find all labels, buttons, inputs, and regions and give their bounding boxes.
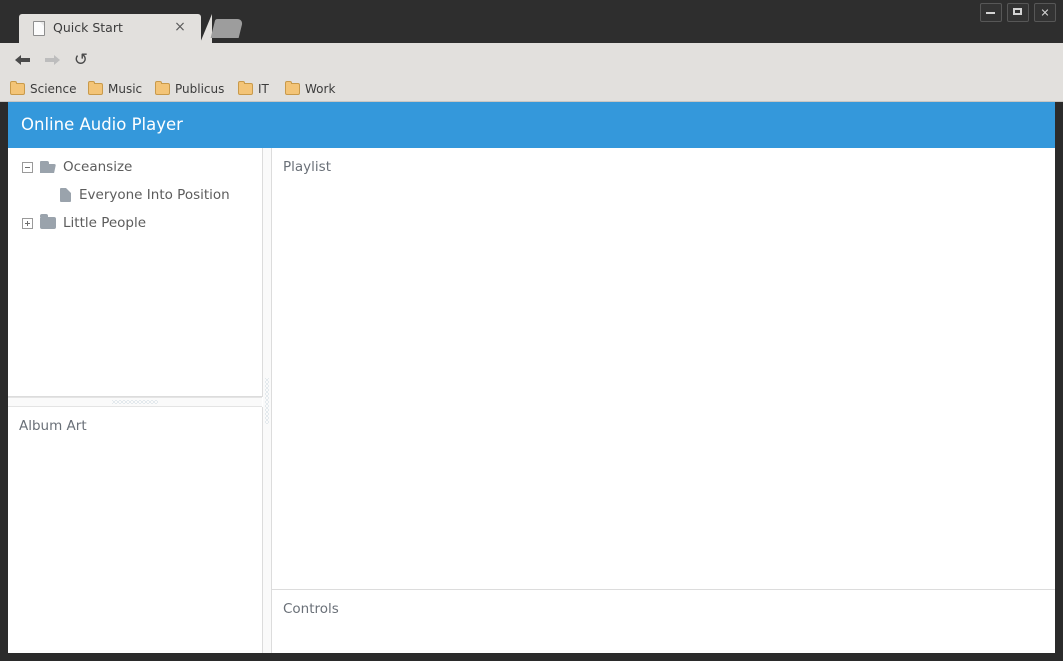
close-window-button[interactable]: ✕	[1034, 3, 1056, 22]
browser-tab[interactable]: Quick Start ×	[19, 14, 212, 43]
app-header: Online Audio Player	[8, 102, 1055, 148]
folder-closed-icon	[40, 214, 56, 229]
tree-item-everyone-into-position[interactable]: Everyone Into Position	[8, 181, 262, 209]
controls-panel: Controls	[271, 590, 1055, 653]
bookmark-it[interactable]: IT	[238, 80, 269, 98]
bookmarks-bar: Science Music Publicus IT Work	[0, 76, 1063, 102]
resizer-grip-icon	[265, 377, 269, 424]
right-column: Playlist Controls	[271, 148, 1055, 653]
tree-item-oceansize[interactable]: Oceansize	[8, 153, 262, 181]
bookmark-label: Publicus	[175, 82, 225, 96]
bookmark-label: Science	[30, 82, 77, 96]
bookmark-label: Music	[108, 82, 143, 96]
folder-icon	[238, 81, 253, 95]
new-tab-button[interactable]	[210, 19, 244, 38]
tree-item-little-people[interactable]: Little People	[8, 209, 262, 237]
close-icon: ✕	[1040, 6, 1050, 19]
bookmark-music[interactable]: Music	[88, 80, 142, 98]
album-art-panel: Album Art	[8, 407, 263, 653]
window-controls: ✕	[980, 3, 1056, 22]
close-icon[interactable]: ×	[173, 20, 187, 36]
left-column: Oceansize Everyone Into Position Little …	[8, 148, 263, 653]
folder-icon	[285, 81, 300, 95]
folder-icon	[10, 81, 25, 95]
bookmark-publicus[interactable]: Publicus	[155, 80, 224, 98]
page-title: Online Audio Player	[21, 115, 183, 134]
tab-title: Quick Start	[53, 20, 123, 35]
collapse-minus-icon[interactable]	[22, 161, 33, 173]
album-art-label: Album Art	[19, 418, 87, 434]
playlist-panel: Playlist	[271, 148, 1055, 590]
tree-item-label: Everyone Into Position	[79, 187, 230, 203]
bookmark-label: IT	[258, 82, 269, 96]
reload-icon: ↺	[73, 50, 89, 70]
folder-icon	[155, 81, 170, 95]
tree-item-label: Oceansize	[63, 159, 133, 175]
browser-titlebar: Quick Start × ✕	[0, 0, 1063, 43]
folder-icon	[88, 81, 103, 95]
bookmark-science[interactable]: Science	[10, 80, 77, 98]
browser-toolbar: ↺ file:///home/dervish/Documents/Work/10…	[0, 43, 1063, 115]
browser-window: Quick Start × ✕ ↺ Science Music Publicus…	[0, 0, 1063, 661]
resizer-grip-icon	[112, 400, 158, 404]
bookmark-label: Work	[305, 82, 336, 96]
maximize-button[interactable]	[1007, 3, 1029, 22]
expand-plus-icon[interactable]	[22, 217, 33, 229]
back-arrow-icon	[14, 51, 32, 69]
horizontal-resizer[interactable]	[8, 397, 262, 407]
file-icon	[60, 188, 71, 202]
vertical-resizer[interactable]	[263, 148, 271, 653]
tree-item-label: Little People	[63, 215, 147, 231]
minimize-button[interactable]	[980, 3, 1002, 22]
reload-button[interactable]: ↺	[72, 51, 90, 69]
document-icon	[33, 21, 45, 36]
folder-open-icon	[40, 161, 56, 173]
controls-label: Controls	[283, 601, 339, 617]
tree-panel: Oceansize Everyone Into Position Little …	[8, 148, 263, 397]
forward-arrow-icon	[43, 51, 61, 69]
playlist-label: Playlist	[283, 159, 331, 175]
page-viewport: Online Audio Player Oceansize Everyone I…	[8, 102, 1055, 653]
forward-button[interactable]	[43, 51, 61, 69]
back-button[interactable]	[14, 51, 32, 69]
bookmark-work[interactable]: Work	[285, 80, 335, 98]
